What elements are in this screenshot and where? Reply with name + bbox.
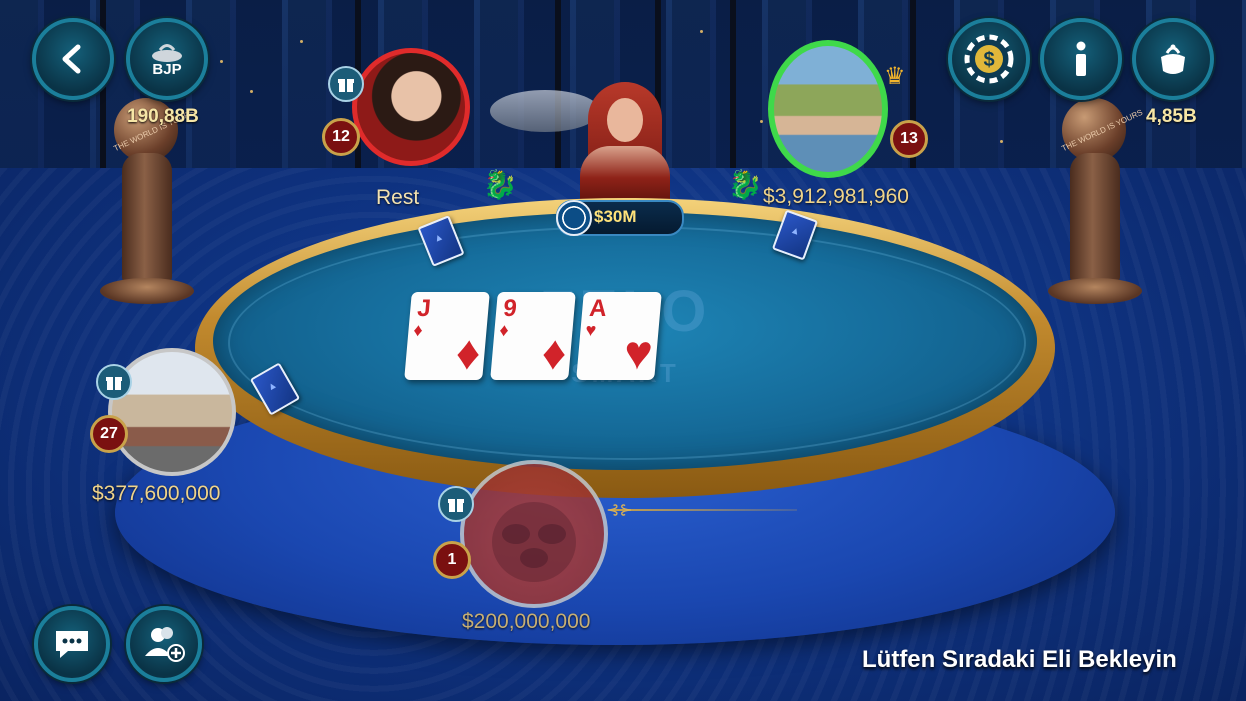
seat-divider xyxy=(612,509,797,511)
info-button[interactable] xyxy=(1040,18,1122,100)
jackpot-pot-icon xyxy=(152,43,182,62)
chat-bubble-icon xyxy=(56,631,88,658)
player-chips: $377,600,000 xyxy=(92,482,221,505)
chat-button[interactable] xyxy=(34,606,110,682)
pot-value: 4,85B xyxy=(1146,106,1197,127)
add-friend-button[interactable] xyxy=(126,606,202,682)
info-icon xyxy=(1076,41,1086,76)
player-avatar[interactable] xyxy=(108,348,236,476)
gift-button[interactable] xyxy=(96,364,132,400)
gift-icon xyxy=(448,499,464,512)
player-level-badge: 1 xyxy=(433,541,471,579)
dollar-chip-icon: $ xyxy=(964,34,1014,84)
pot-button[interactable] xyxy=(1132,18,1214,100)
player-avatar[interactable] xyxy=(768,40,888,178)
player-avatar[interactable] xyxy=(460,460,608,608)
jackpot-label: BJP xyxy=(152,60,182,78)
gift-icon xyxy=(338,79,354,92)
statue-left: THE WORLD IS YOURS xyxy=(92,98,202,308)
svg-text:$: $ xyxy=(983,49,994,71)
player-level-badge: 12 xyxy=(322,118,360,156)
gift-icon xyxy=(106,377,122,390)
jackpot-value: 190,88B xyxy=(127,106,199,127)
chip-icon xyxy=(556,200,592,236)
player-chips: $200,000,000 xyxy=(462,610,591,633)
community-card: J ♦ ♦ xyxy=(404,292,490,380)
shop-button[interactable]: $ xyxy=(948,18,1030,100)
dragon-ornament-left: 🐉 xyxy=(482,169,518,200)
crown-icon: ♛ xyxy=(884,63,906,90)
statue-right: THE WORLD IS YOURS xyxy=(1040,98,1150,308)
player-level-badge: 13 xyxy=(890,120,928,158)
gift-button[interactable] xyxy=(328,66,364,102)
community-card: A ♥ ♥ xyxy=(576,292,662,380)
pug-silhouette-icon xyxy=(492,502,576,582)
pot-display: $30M xyxy=(556,200,684,236)
gift-button[interactable] xyxy=(438,486,474,522)
status-message: Lütfen Sıradaki Eli Bekleyin xyxy=(862,646,1177,673)
dealer xyxy=(570,82,680,204)
chevron-left-icon xyxy=(62,44,81,74)
back-button[interactable] xyxy=(32,18,114,100)
window-frame xyxy=(555,0,561,168)
player-name: Rest xyxy=(376,186,420,209)
window-frame xyxy=(730,0,736,168)
player-chips: $3,912,981,960 xyxy=(763,185,909,208)
player-level-badge: 27 xyxy=(90,415,128,453)
jackpot-button[interactable]: BJP xyxy=(126,18,208,100)
pot-amount: $30M xyxy=(594,207,637,226)
community-card: 9 ♦ ♦ xyxy=(490,292,576,380)
player-avatar[interactable] xyxy=(352,48,470,166)
ornament: ⊰⊱ xyxy=(606,502,633,519)
cauldron-icon xyxy=(1161,44,1185,74)
add-friend-icon xyxy=(145,627,185,662)
